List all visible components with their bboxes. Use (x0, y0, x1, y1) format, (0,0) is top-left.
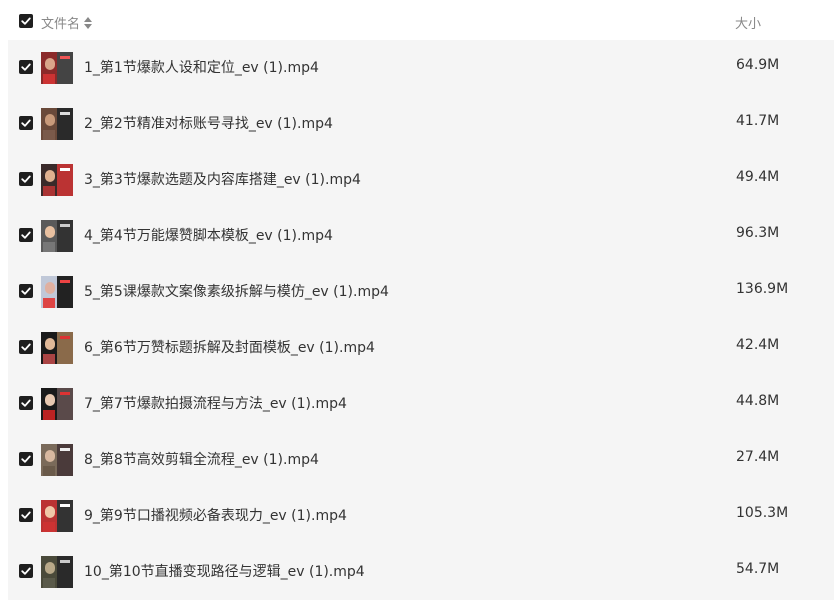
row-checkbox[interactable] (19, 396, 33, 410)
video-thumbnail (41, 276, 73, 308)
video-thumbnail (41, 108, 73, 140)
row-checkbox[interactable] (19, 564, 33, 578)
file-row[interactable]: 10_第10节直播变现路径与逻辑_ev (1).mp4 54.7M (8, 544, 834, 600)
file-row[interactable]: 1_第1节爆款人设和定位_ev (1).mp4 64.9M (8, 40, 834, 96)
file-row[interactable]: 5_第5课爆款文案像素级拆解与模仿_ev (1).mp4 136.9M (8, 264, 834, 320)
row-checkbox[interactable] (19, 508, 33, 522)
file-name[interactable]: 4_第4节万能爆赞脚本模板_ev (1).mp4 (84, 225, 333, 245)
file-size: 54.7M (736, 561, 780, 577)
row-checkbox[interactable] (19, 340, 33, 354)
file-size: 27.4M (736, 449, 780, 465)
sort-icon[interactable] (84, 16, 93, 29)
column-header-name-label: 文件名 (41, 17, 81, 32)
file-name[interactable]: 6_第6节万赞标题拆解及封面模板_ev (1).mp4 (84, 337, 375, 357)
file-row[interactable]: 6_第6节万赞标题拆解及封面模板_ev (1).mp4 42.4M (8, 320, 834, 376)
file-name[interactable]: 10_第10节直播变现路径与逻辑_ev (1).mp4 (84, 561, 365, 581)
file-size: 41.7M (736, 113, 780, 129)
row-checkbox[interactable] (19, 284, 33, 298)
file-row[interactable]: 3_第3节爆款选题及内容库搭建_ev (1).mp4 49.4M (8, 152, 834, 208)
file-name[interactable]: 5_第5课爆款文案像素级拆解与模仿_ev (1).mp4 (84, 281, 389, 301)
video-thumbnail (41, 164, 73, 196)
file-row[interactable]: 8_第8节高效剪辑全流程_ev (1).mp4 27.4M (8, 432, 834, 488)
column-header-size[interactable]: 大小 (735, 13, 761, 32)
file-row[interactable]: 2_第2节精准对标账号寻找_ev (1).mp4 41.7M (8, 96, 834, 152)
file-list: 1_第1节爆款人设和定位_ev (1).mp4 64.9M 2_第2节精准对标账号寻… (8, 40, 834, 600)
select-all-checkbox[interactable] (19, 14, 33, 28)
file-size: 49.4M (736, 169, 780, 185)
file-name[interactable]: 1_第1节爆款人设和定位_ev (1).mp4 (84, 57, 319, 77)
file-name[interactable]: 8_第8节高效剪辑全流程_ev (1).mp4 (84, 449, 319, 469)
file-row[interactable]: 7_第7节爆款拍摄流程与方法_ev (1).mp4 44.8M (8, 376, 834, 432)
video-thumbnail (41, 332, 73, 364)
file-name[interactable]: 7_第7节爆款拍摄流程与方法_ev (1).mp4 (84, 393, 347, 413)
file-list-header: 文件名 大小 (0, 0, 834, 40)
video-thumbnail (41, 388, 73, 420)
file-size: 105.3M (736, 505, 789, 521)
file-size: 64.9M (736, 57, 780, 73)
row-checkbox[interactable] (19, 116, 33, 130)
video-thumbnail (41, 500, 73, 532)
file-name[interactable]: 9_第9节口播视频必备表现力_ev (1).mp4 (84, 505, 347, 525)
video-thumbnail (41, 556, 73, 588)
video-thumbnail (41, 220, 73, 252)
file-size: 44.8M (736, 393, 780, 409)
column-header-name[interactable]: 文件名 (41, 13, 93, 32)
file-name[interactable]: 3_第3节爆款选题及内容库搭建_ev (1).mp4 (84, 169, 361, 189)
file-size: 96.3M (736, 225, 780, 241)
row-checkbox[interactable] (19, 228, 33, 242)
file-row[interactable]: 9_第9节口播视频必备表现力_ev (1).mp4 105.3M (8, 488, 834, 544)
file-size: 136.9M (736, 281, 789, 297)
row-checkbox[interactable] (19, 60, 33, 74)
video-thumbnail (41, 444, 73, 476)
file-row[interactable]: 4_第4节万能爆赞脚本模板_ev (1).mp4 96.3M (8, 208, 834, 264)
file-name[interactable]: 2_第2节精准对标账号寻找_ev (1).mp4 (84, 113, 333, 133)
video-thumbnail (41, 52, 73, 84)
file-size: 42.4M (736, 337, 780, 353)
row-checkbox[interactable] (19, 172, 33, 186)
row-checkbox[interactable] (19, 452, 33, 466)
